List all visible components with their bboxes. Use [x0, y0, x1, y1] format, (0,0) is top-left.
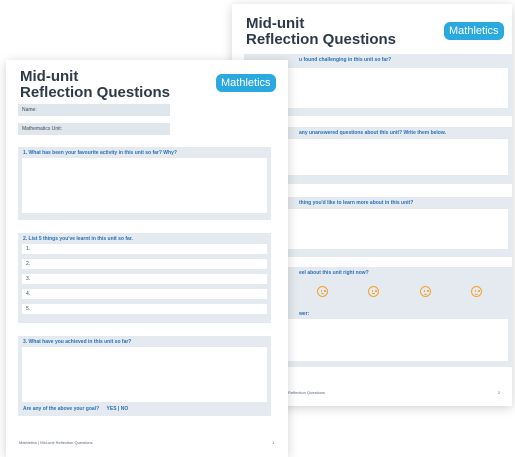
- title-line-1: Mid-unit: [246, 15, 305, 32]
- list-line[interactable]: 2.: [22, 259, 267, 269]
- question-label: thing you'd like to learn more about in …: [299, 200, 414, 206]
- goal-question-text: Are any of the above your goal?: [23, 406, 100, 412]
- list-line[interactable]: 5.: [22, 304, 267, 314]
- mathletics-logo: Mathletics: [216, 74, 276, 92]
- sad-face-icon[interactable]: [368, 286, 379, 297]
- footer-text: Reflection Questions: [288, 390, 325, 395]
- page-title: Mid-unit Reflection Questions: [20, 69, 170, 101]
- question-label: eel about this unit right now?: [299, 270, 369, 276]
- title-line-2: Reflection Questions: [246, 30, 397, 48]
- question-label: 1. What has been your favourite activity…: [23, 150, 177, 156]
- title-line-1: Mid-unit: [20, 68, 79, 85]
- question-label: 2. List 5 things you've learnt in this u…: [23, 236, 133, 242]
- answer-label: wer:: [299, 311, 310, 317]
- question-label: 3. What have you achieved in this unit s…: [23, 339, 132, 345]
- question-label: any unanswered questions about this unit…: [299, 130, 446, 136]
- very-sad-face-icon[interactable]: [317, 286, 328, 297]
- very-happy-face-icon[interactable]: [471, 286, 482, 297]
- question-panel-things-learnt: 2. List 5 things you've learnt in this u…: [18, 233, 271, 323]
- happy-face-icon[interactable]: [420, 286, 431, 297]
- list-line[interactable]: 3.: [22, 274, 267, 284]
- name-field[interactable]: Name:: [18, 104, 170, 116]
- page-number: 1: [272, 440, 275, 445]
- title-line-2: Reflection Questions: [20, 83, 171, 101]
- mathletics-logo: Mathletics: [444, 22, 504, 40]
- footer-text: Mathletics | Mid-unit Reflection Questio…: [19, 440, 93, 445]
- page-title: Mid-unit Reflection Questions: [246, 16, 396, 48]
- question-panel-achieved: 3. What have you achieved in this unit s…: [18, 336, 271, 416]
- goal-question: Are any of the above your goal? YES | NO: [23, 406, 128, 412]
- page-number: 2: [498, 390, 501, 395]
- question-panel-favourite-activity: 1. What has been your favourite activity…: [18, 147, 271, 220]
- yes-no-options[interactable]: YES | NO: [107, 406, 129, 412]
- mathematics-unit-field[interactable]: Mathematics Unit:: [18, 123, 170, 135]
- worksheet-page-1: Mid-unit Reflection Questions Mathletics…: [6, 60, 288, 457]
- question-label: u found challenging in this unit so far?: [299, 57, 392, 63]
- answer-box[interactable]: [22, 347, 267, 402]
- list-line[interactable]: 1.: [22, 244, 267, 254]
- list-line[interactable]: 4.: [22, 289, 267, 299]
- answer-box[interactable]: [22, 158, 267, 213]
